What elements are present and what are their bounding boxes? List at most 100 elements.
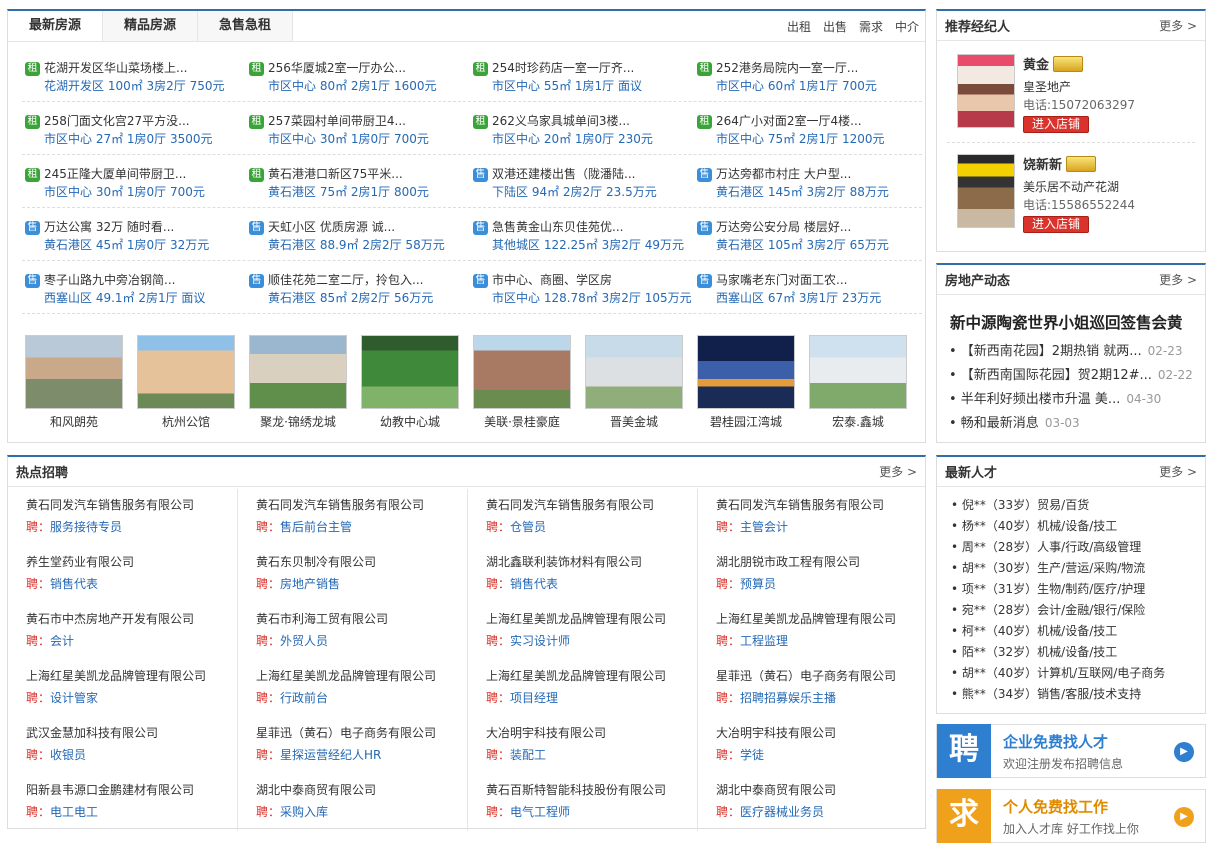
- listing-item[interactable]: 售 双港还建楼出售（陇潘陆... 下陆区 94㎡ 2房2厅 23.5万元: [470, 166, 694, 207]
- tab-latest-listings[interactable]: 最新房源: [8, 11, 103, 41]
- talent-item[interactable]: • 陌**（32岁）机械/设备/技工: [951, 642, 1165, 663]
- job-position[interactable]: 售后前台主管: [280, 520, 352, 534]
- listing-item[interactable]: 售 急售黄金山东贝佳苑优... 其他城区 122.25㎡ 3房2厅 49万元: [470, 219, 694, 260]
- agent-photo[interactable]: [957, 54, 1015, 128]
- listing-item[interactable]: 售 马家嘴老东门对面工农... 西塞山区 67㎡ 3房1厅 23万元: [694, 272, 918, 313]
- listing-title[interactable]: 258门面文化宫27平方没...: [44, 113, 246, 130]
- listing-detail[interactable]: 西塞山区 49.1㎡ 2房1厅 面议: [44, 289, 246, 308]
- listing-detail[interactable]: 黄石港区 105㎡ 3房2厅 65万元: [716, 236, 918, 255]
- job-position[interactable]: 收银员: [50, 748, 86, 762]
- talent-item[interactable]: • 熊**（34岁）销售/客服/技术支持: [951, 684, 1165, 705]
- listing-title[interactable]: 264广小对面2室一厅4楼...: [716, 113, 918, 130]
- listing-item[interactable]: 租 262义乌家具城单间3楼... 市区中心 20㎡ 1房0厅 230元: [470, 113, 694, 154]
- listing-title[interactable]: 花湖开发区华山菜场楼上...: [44, 60, 246, 77]
- listing-item[interactable]: 租 254时珍药店一室一厅齐... 市区中心 55㎡ 1房1厅 面议: [470, 60, 694, 101]
- job-position[interactable]: 工程监理: [740, 634, 788, 648]
- listing-detail[interactable]: 黄石港区 45㎡ 1房0厅 32万元: [44, 236, 246, 255]
- job-position[interactable]: 项目经理: [510, 691, 558, 705]
- listing-title[interactable]: 天虹小区 优质房源 诚...: [268, 219, 470, 236]
- listing-item[interactable]: 租 257菜园村单间带厨卫4... 市区中心 30㎡ 1房0厅 700元: [246, 113, 470, 154]
- listing-title[interactable]: 万达旁公安分局 楼层好...: [716, 219, 918, 236]
- listing-item[interactable]: 租 258门面文化宫27平方没... 市区中心 27㎡ 1房0厅 3500元: [22, 113, 246, 154]
- promo-find-job[interactable]: 求 个人免费找工作 加入人才库 好工作找上你 ▶: [936, 789, 1206, 843]
- project-photo[interactable]: [25, 335, 123, 409]
- listing-item[interactable]: 售 天虹小区 优质房源 诚... 黄石港区 88.9㎡ 2房2厅 58万元: [246, 219, 470, 260]
- listing-detail[interactable]: 市区中心 20㎡ 1房0厅 230元: [492, 130, 694, 149]
- listing-detail[interactable]: 市区中心 30㎡ 1房0厅 700元: [268, 130, 470, 149]
- job-company[interactable]: 上海红星美凯龙品牌管理有限公司: [256, 667, 467, 685]
- job-company[interactable]: 湖北鑫联利装饰材料有限公司: [486, 553, 697, 571]
- agent-photo[interactable]: [957, 154, 1015, 228]
- job-position[interactable]: 电气工程师: [510, 805, 570, 819]
- job-position[interactable]: 装配工: [510, 748, 546, 762]
- job-position[interactable]: 医疗器械业务员: [740, 805, 824, 819]
- listing-detail[interactable]: 市区中心 27㎡ 1房0厅 3500元: [44, 130, 246, 149]
- job-company[interactable]: 黄石同发汽车销售服务有限公司: [26, 496, 237, 514]
- job-company[interactable]: 上海红星美凯龙品牌管理有限公司: [26, 667, 237, 685]
- job-position[interactable]: 采购入库: [280, 805, 328, 819]
- news-link[interactable]: • 半年利好频出楼市升温 美...: [949, 392, 1120, 407]
- promo-find-talent[interactable]: 聘 企业免费找人才 欢迎注册发布招聘信息 ▶: [936, 724, 1206, 778]
- news-link[interactable]: • 【新西南花园】2期热销 就两...: [949, 344, 1142, 359]
- listing-title[interactable]: 257菜园村单间带厨卫4...: [268, 113, 470, 130]
- project-card[interactable]: 杭州公馆: [137, 335, 235, 430]
- listing-title[interactable]: 市中心、商圈、学区房: [492, 272, 694, 289]
- news-link[interactable]: • 畅和最新消息: [949, 416, 1039, 431]
- enter-shop-button[interactable]: 进入店铺: [1023, 216, 1089, 233]
- job-position[interactable]: 实习设计师: [510, 634, 570, 648]
- listing-title[interactable]: 双港还建楼出售（陇潘陆...: [492, 166, 694, 183]
- news-link[interactable]: • 【新西南国际花园】贺2期12#...: [949, 368, 1152, 383]
- tab-premium-listings[interactable]: 精品房源: [103, 11, 198, 41]
- agent-card[interactable]: 饶新新 美乐居不动产花湖 电话:15586552244 进入店铺: [957, 154, 1197, 233]
- job-position[interactable]: 招聘招募娱乐主播: [740, 691, 836, 705]
- project-photo[interactable]: [137, 335, 235, 409]
- link-rent[interactable]: 出租: [787, 18, 811, 35]
- listing-item[interactable]: 租 252港务局院内一室一厅... 市区中心 60㎡ 1房1厅 700元: [694, 60, 918, 101]
- job-company[interactable]: 湖北中泰商贸有限公司: [256, 781, 467, 799]
- project-card[interactable]: 和风朗苑: [25, 335, 123, 430]
- enter-shop-button[interactable]: 进入店铺: [1023, 116, 1089, 133]
- job-company[interactable]: 黄石市利海工贸有限公司: [256, 610, 467, 628]
- listing-detail[interactable]: 市区中心 30㎡ 1房0厅 700元: [44, 183, 246, 202]
- listing-item[interactable]: 售 顺佳花苑二室二厅，拎包入... 黄石港区 85㎡ 2房2厅 56万元: [246, 272, 470, 313]
- project-name[interactable]: 幼教中心城: [361, 413, 459, 430]
- listing-detail[interactable]: 下陆区 94㎡ 2房2厅 23.5万元: [492, 183, 694, 202]
- job-company[interactable]: 星菲迅（黄石）电子商务有限公司: [256, 724, 467, 742]
- listing-title[interactable]: 马家嘴老东门对面工农...: [716, 272, 918, 289]
- listing-title[interactable]: 万达旁都市村庄 大户型...: [716, 166, 918, 183]
- project-photo[interactable]: [473, 335, 571, 409]
- job-company[interactable]: 大冶明宇科技有限公司: [486, 724, 697, 742]
- listing-detail[interactable]: 黄石港区 145㎡ 3房2厅 88万元: [716, 183, 918, 202]
- project-card[interactable]: 聚龙·锦绣龙城: [249, 335, 347, 430]
- listing-title[interactable]: 顺佳花苑二室二厅，拎包入...: [268, 272, 470, 289]
- job-position[interactable]: 行政前台: [280, 691, 328, 705]
- listing-item[interactable]: 租 245正隆大厦单间带厨卫... 市区中心 30㎡ 1房0厅 700元: [22, 166, 246, 207]
- project-card[interactable]: 宏泰.鑫城: [809, 335, 907, 430]
- job-position[interactable]: 学徒: [740, 748, 764, 762]
- job-company[interactable]: 黄石东贝制冷有限公司: [256, 553, 467, 571]
- listing-title[interactable]: 252港务局院内一室一厅...: [716, 60, 918, 77]
- talent-item[interactable]: • 胡**（40岁）计算机/互联网/电子商务: [951, 663, 1165, 684]
- listing-item[interactable]: 租 264广小对面2室一厅4楼... 市区中心 75㎡ 2房1厅 1200元: [694, 113, 918, 154]
- listing-item[interactable]: 租 花湖开发区华山菜场楼上... 花湖开发区 100㎡ 3房2厅 750元: [22, 60, 246, 101]
- link-agency[interactable]: 中介: [895, 18, 919, 35]
- job-position[interactable]: 外贸人员: [280, 634, 328, 648]
- arrow-right-icon[interactable]: ▶: [1174, 742, 1194, 762]
- job-position[interactable]: 主管会计: [740, 520, 788, 534]
- job-position[interactable]: 服务接待专员: [50, 520, 122, 534]
- news-headline[interactable]: 新中源陶瓷世界小姐巡回签售会黄: [950, 311, 1183, 333]
- project-name[interactable]: 聚龙·锦绣龙城: [249, 413, 347, 430]
- listing-detail[interactable]: 黄石港区 85㎡ 2房2厅 56万元: [268, 289, 470, 308]
- listing-item[interactable]: 售 万达旁公安分局 楼层好... 黄石港区 105㎡ 3房2厅 65万元: [694, 219, 918, 260]
- listing-title[interactable]: 万达公寓 32万 随时看...: [44, 219, 246, 236]
- project-card[interactable]: 碧桂园江湾城: [697, 335, 795, 430]
- job-position[interactable]: 预算员: [740, 577, 776, 591]
- job-position[interactable]: 星探运营经纪人HR: [280, 748, 381, 762]
- listing-title[interactable]: 枣子山路九中旁冶钢简...: [44, 272, 246, 289]
- job-company[interactable]: 湖北中泰商贸有限公司: [716, 781, 928, 799]
- job-position[interactable]: 销售代表: [50, 577, 98, 591]
- listing-item[interactable]: 售 万达旁都市村庄 大户型... 黄石港区 145㎡ 3房2厅 88万元: [694, 166, 918, 207]
- listing-title[interactable]: 急售黄金山东贝佳苑优...: [492, 219, 694, 236]
- arrow-right-icon[interactable]: ▶: [1174, 807, 1194, 827]
- listing-item[interactable]: 售 万达公寓 32万 随时看... 黄石港区 45㎡ 1房0厅 32万元: [22, 219, 246, 260]
